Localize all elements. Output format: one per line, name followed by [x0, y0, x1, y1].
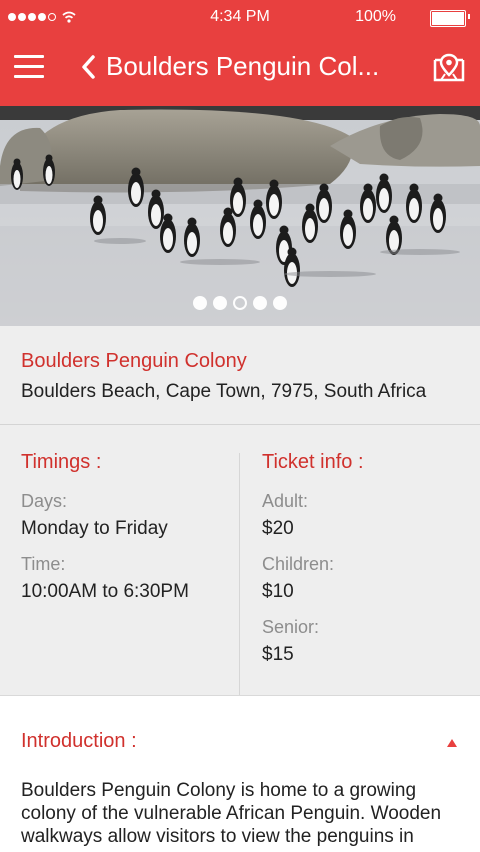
senior-label: Senior:: [262, 617, 320, 637]
timings-title: Timings :: [21, 451, 102, 473]
menu-button[interactable]: [14, 55, 44, 79]
adult-price: $20: [262, 518, 294, 539]
map-pin-icon[interactable]: [432, 52, 466, 84]
penguin-colony-photo: [0, 106, 480, 326]
hamburger-icon: [14, 55, 44, 58]
battery-tip: [468, 14, 470, 19]
status-time: 4:34 PM: [210, 8, 270, 25]
introduction-title: Introduction :: [21, 730, 137, 752]
hero-photo[interactable]: [0, 106, 480, 326]
pager-dot-active[interactable]: [233, 296, 247, 310]
page-title: Boulders Penguin Col...: [106, 51, 380, 81]
battery-icon: [430, 10, 466, 27]
place-name: Boulders Penguin Colony: [21, 350, 247, 372]
introduction-section: Introduction : Boulders Penguin Colony i…: [0, 696, 480, 852]
pager-dot[interactable]: [273, 296, 287, 310]
senior-price: $15: [262, 644, 294, 665]
days-label: Days:: [21, 491, 68, 511]
collapse-arrow-icon[interactable]: [446, 738, 458, 748]
place-address: Boulders Beach, Cape Town, 7975, South A…: [21, 381, 427, 402]
pager-dot[interactable]: [253, 296, 267, 310]
battery-percent: 100%: [355, 8, 396, 25]
chevron-left-icon[interactable]: [78, 52, 100, 82]
pager-dot[interactable]: [193, 296, 207, 310]
app-header: 4:34 PM 100% Boulders Penguin Col...: [0, 0, 480, 106]
time-value: 10:00AM to 6:30PM: [21, 581, 189, 602]
children-price: $10: [262, 581, 294, 602]
details-section: Timings : Days: Monday to Friday Time: 1…: [0, 425, 480, 696]
place-info: Boulders Penguin Colony Boulders Beach, …: [0, 326, 480, 425]
introduction-text: Boulders Penguin Colony is home to a gro…: [21, 780, 442, 847]
days-value: Monday to Friday: [21, 518, 168, 539]
column-divider: [239, 453, 240, 695]
adult-label: Adult:: [262, 491, 309, 511]
gallery-pager[interactable]: [0, 296, 480, 310]
status-bar: 4:34 PM 100%: [0, 0, 480, 34]
time-label: Time:: [21, 554, 66, 574]
children-label: Children:: [262, 554, 335, 574]
tickets-title: Ticket info :: [262, 451, 364, 473]
pager-dot[interactable]: [213, 296, 227, 310]
